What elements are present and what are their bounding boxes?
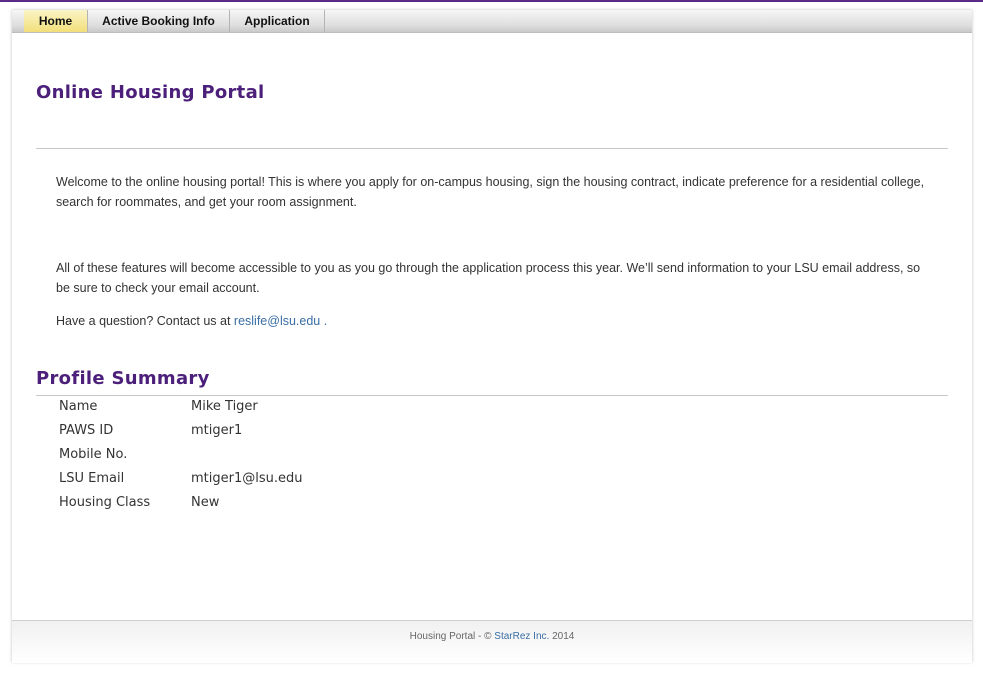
divider [36, 148, 948, 149]
tab-home[interactable]: Home [24, 10, 88, 32]
contact-suffix: . [324, 314, 327, 328]
profile-label: Housing Class [59, 495, 191, 519]
footer-prefix: Housing Portal - © [410, 631, 492, 642]
tab-application[interactable]: Application [230, 10, 325, 32]
profile-value [191, 447, 491, 471]
profile-summary-title: Profile Summary [36, 368, 210, 389]
page-title: Online Housing Portal [36, 82, 265, 103]
profile-label: Mobile No. [59, 447, 191, 471]
tab-bar: Home Active Booking Info Application [12, 10, 972, 33]
footer: Housing Portal - © StarRez Inc. 2014 [12, 620, 972, 663]
profile-value: New [191, 495, 491, 519]
contact-email-link[interactable]: reslife@lsu.edu [234, 314, 320, 328]
profile-row-name: Name Mike Tiger [59, 399, 491, 423]
profile-row-lsu-email: LSU Email mtiger1@lsu.edu [59, 471, 491, 495]
top-accent-bar [0, 0, 983, 2]
profile-row-housing-class: Housing Class New [59, 495, 491, 519]
profile-row-mobile: Mobile No. [59, 447, 491, 471]
profile-value: mtiger1@lsu.edu [191, 471, 491, 495]
page-container: Home Active Booking Info Application Onl… [12, 10, 972, 662]
intro-paragraph-2: All of these features will become access… [56, 258, 936, 298]
footer-year: 2014 [552, 631, 574, 642]
profile-label: LSU Email [59, 471, 191, 495]
divider [36, 395, 948, 396]
profile-label: Name [59, 399, 191, 423]
contact-paragraph: Have a question? Contact us at reslife@l… [56, 311, 936, 331]
profile-label: PAWS ID [59, 423, 191, 447]
profile-row-paws-id: PAWS ID mtiger1 [59, 423, 491, 447]
profile-value: mtiger1 [191, 423, 491, 447]
profile-value: Mike Tiger [191, 399, 491, 423]
intro-paragraph-1: Welcome to the online housing portal! Th… [56, 172, 936, 212]
starrez-link[interactable]: StarRez Inc. [494, 631, 549, 642]
contact-prefix: Have a question? Contact us at [56, 314, 230, 328]
tab-active-booking-info[interactable]: Active Booking Info [88, 10, 230, 32]
